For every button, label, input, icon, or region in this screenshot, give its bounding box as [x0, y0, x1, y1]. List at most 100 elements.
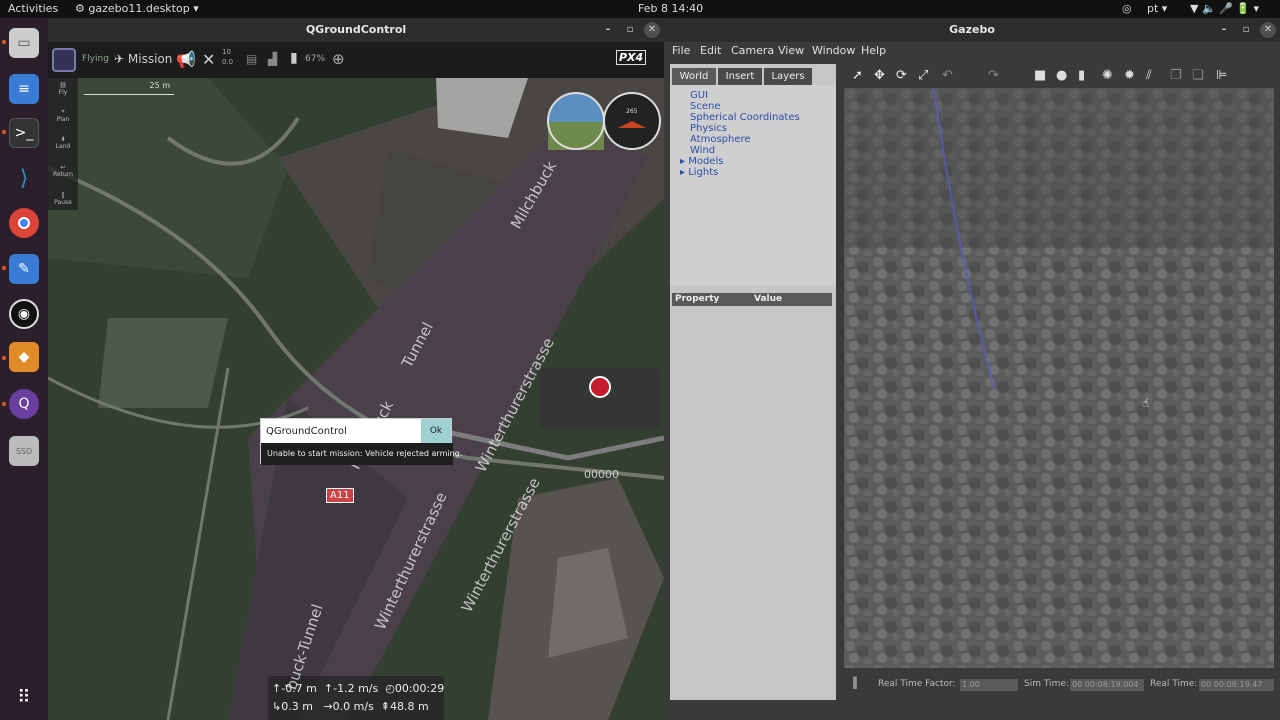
radio-icon[interactable]: ▤: [246, 52, 257, 66]
close-button[interactable]: ✕: [1260, 22, 1276, 38]
tab-layers[interactable]: Layers: [764, 68, 812, 85]
real-time-label: Real Time:: [1150, 679, 1198, 689]
menu-camera[interactable]: Camera: [731, 44, 774, 57]
tree-item-gui[interactable]: GUI: [690, 90, 708, 101]
tool-label-fly: Fly: [58, 89, 68, 96]
vertical-speed-value: -1.2 m/s: [333, 682, 379, 695]
minimize-button[interactable]: –: [600, 22, 616, 38]
app-menu[interactable]: ⚙ gazebo11.desktop ▾: [75, 2, 199, 15]
terminal-icon[interactable]: >_: [9, 118, 39, 148]
qgc-title: QGroundControl: [305, 23, 407, 36]
running-indicator: [2, 130, 6, 134]
satellite-icon[interactable]: ✕: [202, 50, 215, 69]
pencil-icon[interactable]: ✎: [9, 254, 39, 284]
land-icon: ⬇: [60, 136, 66, 143]
menu-window[interactable]: Window: [812, 44, 855, 57]
tab-world[interactable]: World: [672, 68, 716, 85]
pause-tool[interactable]: ‖ Pause: [48, 192, 78, 220]
obs-icon[interactable]: ◉: [9, 299, 39, 329]
tree-item-label: Lights: [688, 167, 719, 178]
cylinder-shape-icon[interactable]: ▮: [1078, 68, 1085, 83]
tree-item-wind[interactable]: Wind: [690, 145, 715, 156]
clock[interactable]: Feb 8 14:40: [638, 2, 703, 15]
system-top-bar: Activities ⚙ gazebo11.desktop ▾ Feb 8 14…: [0, 0, 1280, 18]
tree-item-models[interactable]: ▸ Models: [680, 156, 723, 167]
return-icon: ↩: [60, 164, 66, 171]
sim-time-value: 00 00:08:19.004: [1070, 679, 1144, 691]
ground-texture: [844, 88, 1274, 668]
pause-icon: ‖: [61, 192, 65, 199]
language-indicator[interactable]: pt ▾: [1147, 2, 1167, 15]
text-editor-icon[interactable]: ≡: [9, 74, 39, 104]
tree-item-atmosphere[interactable]: Atmosphere: [690, 134, 751, 145]
activities-button[interactable]: Activities: [8, 2, 58, 15]
select-tool-icon[interactable]: ➚: [852, 68, 863, 83]
ssd-icon[interactable]: SSD: [9, 436, 39, 466]
gazebo-3d-viewport[interactable]: ☝: [844, 88, 1274, 668]
undo-icon[interactable]: ↶: [942, 68, 953, 83]
tree-item-lights[interactable]: ▸ Lights: [680, 167, 718, 178]
status-icon[interactable]: ◎: [1122, 2, 1132, 15]
qgc-logo-button[interactable]: [52, 48, 76, 72]
redo-icon[interactable]: ↷: [988, 68, 999, 83]
scale-tool-icon[interactable]: ⤢: [918, 68, 928, 83]
map-view[interactable]: 25 m ⛓ Fly ⌖ Plan ⬇ Land ↩ Return ‖ Pause Mil…: [48, 78, 664, 720]
gazebo-icon[interactable]: ◆: [9, 342, 39, 372]
record-button[interactable]: [591, 377, 609, 395]
sphere-shape-icon[interactable]: ●: [1056, 68, 1067, 83]
pause-icon[interactable]: ‖: [852, 675, 858, 689]
signal-icon[interactable]: ▟: [268, 52, 277, 66]
dialog-ok-button[interactable]: Ok: [421, 419, 451, 443]
tool-label-plan: Plan: [56, 116, 70, 123]
minimize-button[interactable]: –: [1216, 22, 1232, 38]
tab-insert[interactable]: Insert: [718, 68, 762, 85]
menu-file[interactable]: File: [672, 44, 690, 57]
battery-percent: 67%: [305, 54, 326, 64]
system-tray-icons[interactable]: ▼ 🔈 🎤 🔋 ▾: [1190, 2, 1259, 15]
qgc-toolbar: Flying ✈ Mission 📢 ✕ 10 0.0 ▤ ▟ ▮ 67% ⊕ …: [48, 42, 664, 78]
box-shape-icon[interactable]: ■: [1034, 68, 1046, 83]
takeoff-tool[interactable]: ⛓ Fly: [48, 80, 78, 108]
spot-light-icon[interactable]: ✹: [1124, 68, 1135, 83]
close-button[interactable]: ✕: [644, 22, 660, 38]
app-menu-label: gazebo11.desktop: [88, 2, 190, 15]
tree-item-spherical[interactable]: Spherical Coordinates: [690, 112, 800, 123]
plan-tool[interactable]: ⌖ Plan: [48, 108, 78, 136]
point-light-icon[interactable]: ✺: [1102, 68, 1113, 83]
mission-indicator[interactable]: ✈ Mission: [114, 52, 172, 66]
paste-icon[interactable]: ❏: [1192, 68, 1204, 83]
maximize-button[interactable]: ▫: [622, 22, 638, 38]
menu-help[interactable]: Help: [861, 44, 886, 57]
tree-item-scene[interactable]: Scene: [690, 101, 721, 112]
translate-tool-icon[interactable]: ✥: [874, 68, 885, 83]
error-dialog: QGroundControl Ok Unable to start missio…: [260, 418, 462, 465]
tool-label-land: Land: [55, 143, 71, 150]
directional-light-icon[interactable]: ⫽: [1146, 68, 1152, 83]
home-distance-value: 48.8 m: [390, 700, 429, 713]
tree-item-physics[interactable]: Physics: [690, 123, 727, 134]
vscode-icon[interactable]: ⟩: [9, 163, 39, 193]
megaphone-icon[interactable]: 📢: [176, 50, 196, 69]
rotate-tool-icon[interactable]: ⟳: [896, 68, 907, 83]
return-tool[interactable]: ↩ Return: [48, 164, 78, 192]
gazebo-menubar: File Edit Camera View Window Help: [664, 42, 1280, 60]
battery-icon[interactable]: ▮: [290, 50, 298, 66]
copy-icon[interactable]: ❐: [1170, 68, 1182, 83]
maximize-button[interactable]: ▫: [1238, 22, 1254, 38]
crosshair-icon[interactable]: ⊕: [332, 50, 345, 68]
fly-tools: ⛓ Fly ⌖ Plan ⬇ Land ↩ Return ‖ Pause: [48, 80, 78, 220]
expand-arrow-icon: ▸: [680, 156, 689, 167]
property-header: Property Value: [672, 293, 832, 306]
record-timer: 00000: [584, 468, 619, 481]
qgc-icon[interactable]: Q: [9, 389, 39, 419]
gazebo-window: Gazebo – ▫ ✕ File Edit Camera View Windo…: [664, 18, 1280, 720]
apps-grid-icon[interactable]: ⠿: [9, 682, 39, 712]
chrome-icon[interactable]: [9, 208, 39, 238]
land-tool[interactable]: ⬇ Land: [48, 136, 78, 164]
menu-edit[interactable]: Edit: [700, 44, 721, 57]
files-icon[interactable]: ▭: [9, 28, 39, 58]
align-icon[interactable]: ⊫: [1216, 68, 1227, 83]
takeoff-icon: ⛓: [59, 82, 67, 89]
menu-view[interactable]: View: [778, 44, 804, 57]
flight-mode[interactable]: Flying: [82, 54, 109, 64]
